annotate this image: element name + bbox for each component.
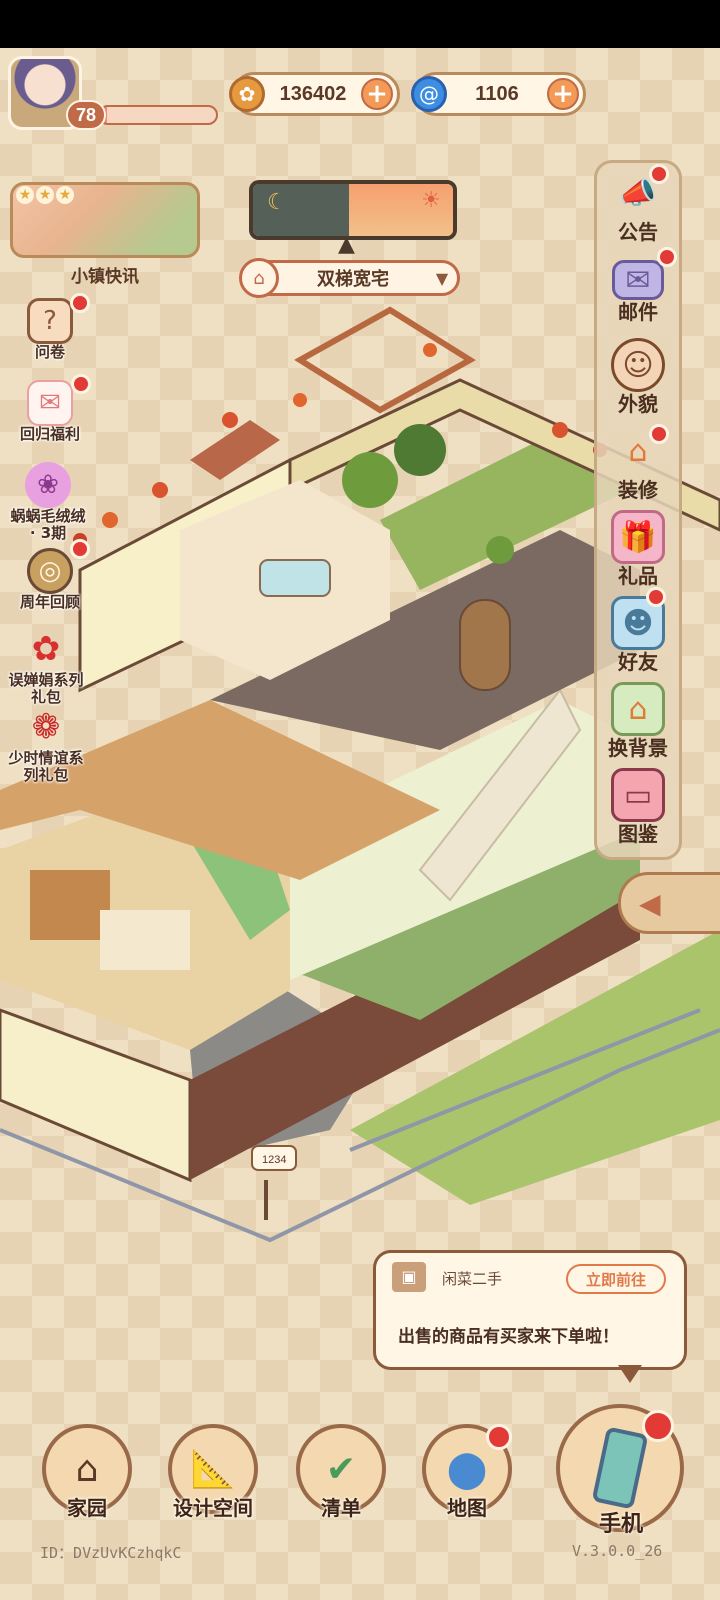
album-icon: ▭ — [611, 768, 665, 822]
left-menu-label: 问卷 — [34, 343, 65, 361]
gem-value: 1106 — [475, 82, 519, 105]
cat-letter-icon: ✉ — [27, 374, 91, 426]
right-menu-label: 好友 — [618, 650, 658, 674]
right-menu-label: 外貌 — [618, 392, 658, 416]
star-icon: ★ — [16, 186, 34, 204]
level-badge: 78 — [66, 100, 106, 130]
right-menu-appearance[interactable]: ☺ 外貌 — [598, 338, 678, 422]
left-menu-label: 少时情谊系 列礼包 — [8, 749, 84, 784]
sun-icon: ☀ — [421, 188, 441, 213]
house-icon: ⌂ — [239, 258, 279, 298]
news-stars: ★ ★ ★ — [16, 186, 74, 204]
town-news-label[interactable]: 小镇快讯 — [10, 262, 200, 287]
left-menu-plush[interactable]: ❀ 蜗蜗毛绒绒 · 3期 — [0, 462, 98, 542]
time-pointer-icon: ▲ — [338, 232, 355, 257]
nav-phone[interactable]: 手机 — [556, 1404, 686, 1544]
notification-tail — [618, 1365, 642, 1383]
experience-bar — [98, 105, 218, 125]
right-menu-label: 装修 — [618, 478, 658, 502]
rose-gift-icon: ❁ — [31, 707, 61, 747]
badge-dot — [649, 424, 669, 444]
status-bar — [0, 0, 720, 48]
right-menu-friends[interactable]: ☻ 好友 — [598, 587, 678, 680]
collapse-menu-button[interactable]: ◀ — [618, 872, 720, 934]
left-menu-gift-pack-1[interactable]: ✿ 误婵娟系列 礼包 — [0, 626, 96, 706]
right-menu-album[interactable]: ▭ 图鉴 — [598, 768, 678, 852]
left-menu-return-welfare[interactable]: ✉ 回归福利 — [0, 374, 100, 443]
left-menu-label: 蜗蜗毛绒绒 · 3期 — [10, 507, 86, 542]
coin-icon: ✿ — [229, 76, 265, 112]
right-menu-label: 礼品 — [618, 564, 658, 588]
left-menu-gift-pack-2[interactable]: ❁ 少时情谊系 列礼包 — [0, 704, 96, 784]
right-menu-announcement[interactable]: 📣 公告 — [598, 164, 678, 250]
face-icon: ☺ — [611, 338, 665, 392]
coin-value: 136402 — [279, 82, 347, 105]
left-menu-questionnaire[interactable]: ? 问卷 — [0, 293, 100, 361]
house-name: 双梯宽宅 — [317, 269, 389, 290]
player-id: ID：DVzUvKCzhqkC — [40, 1544, 182, 1562]
house-selector[interactable]: ⌂ 双梯宽宅 ▼ — [239, 258, 460, 298]
go-now-button[interactable]: 立即前往 — [566, 1264, 666, 1294]
box-icon: ▣ — [392, 1262, 426, 1292]
badge-dot — [70, 539, 90, 559]
right-menu-label: 邮件 — [618, 300, 658, 324]
friend-book-icon: ☻ — [611, 587, 666, 650]
badge-dot — [71, 374, 91, 394]
right-menu-decorate[interactable]: ⌂ 装修 — [598, 424, 678, 508]
right-menu-label: 公告 — [618, 220, 658, 244]
nav-design-space[interactable]: 📐 设计空间 — [158, 1424, 268, 1521]
chevron-down-icon: ▼ — [435, 268, 449, 288]
right-menu-background[interactable]: ⌂ 换背景 — [598, 682, 678, 766]
envelope-icon: ✉ — [612, 247, 677, 300]
swirl-gem-icon: @ — [411, 76, 447, 112]
night-panel: ☾ — [253, 184, 349, 236]
film-reel-icon: ◎ — [27, 539, 90, 594]
house-wrench-icon: ⌂ — [611, 424, 669, 478]
left-menu-anniversary[interactable]: ◎ 周年回顾 — [0, 539, 100, 611]
badge-dot — [642, 1410, 674, 1442]
nav-label: 地图 — [447, 1496, 487, 1520]
right-menu-gift[interactable]: 🎁 礼品 — [598, 510, 678, 594]
badge-dot — [70, 293, 90, 313]
left-menu-label: 周年回顾 — [19, 593, 80, 611]
right-menu-label: 图鉴 — [618, 822, 658, 846]
day-night-toggle[interactable]: ☾ ☀ — [249, 180, 457, 240]
moon-icon: ☾ — [267, 190, 287, 215]
notification-message: 出售的商品有买家来下单啦！ — [398, 1327, 619, 1347]
badge-dot — [646, 587, 666, 607]
gem-counter: @ 1106 + — [411, 72, 586, 116]
left-menu-label: 回归福利 — [19, 425, 80, 443]
add-coins-button[interactable]: + — [361, 78, 393, 110]
nav-map[interactable]: ⬤ 地图 — [412, 1424, 522, 1521]
phone-shape — [591, 1426, 649, 1510]
star-icon: ★ — [36, 186, 54, 204]
nav-label: 设计空间 — [173, 1496, 253, 1520]
notification-title: 闲菜二手 — [442, 1270, 503, 1288]
day-panel: ☀ — [349, 184, 453, 236]
version-text: V.3.0.0_26 — [572, 1542, 663, 1560]
badge-dot — [649, 164, 669, 184]
nav-checklist[interactable]: ✔ 清单 — [286, 1424, 396, 1521]
nav-home[interactable]: ⌂ 家园 — [32, 1424, 142, 1521]
gift-icon: 🎁 — [611, 510, 665, 564]
questionnaire-icon: ? — [27, 293, 90, 344]
plush-icon: ❀ — [25, 462, 71, 508]
left-menu-label: 误婵娟系列 礼包 — [8, 671, 84, 706]
add-gems-button[interactable]: + — [547, 78, 579, 110]
badge-dot — [486, 1424, 512, 1450]
right-menu-mail[interactable]: ✉ 邮件 — [598, 247, 678, 336]
nav-label: 家园 — [67, 1496, 107, 1520]
megaphone-icon: 📣 — [611, 164, 669, 220]
right-menu-label: 换背景 — [608, 736, 668, 760]
flower-gift-icon: ✿ — [31, 629, 61, 669]
nav-label: 清单 — [321, 1496, 361, 1520]
landscape-icon: ⌂ — [611, 682, 665, 736]
arrow-left-icon: ◀ — [639, 886, 661, 920]
phone-label: 手机 — [598, 1512, 643, 1537]
star-icon: ★ — [56, 186, 74, 204]
badge-dot — [657, 247, 677, 267]
coin-counter: ✿ 136402 + — [229, 72, 400, 116]
